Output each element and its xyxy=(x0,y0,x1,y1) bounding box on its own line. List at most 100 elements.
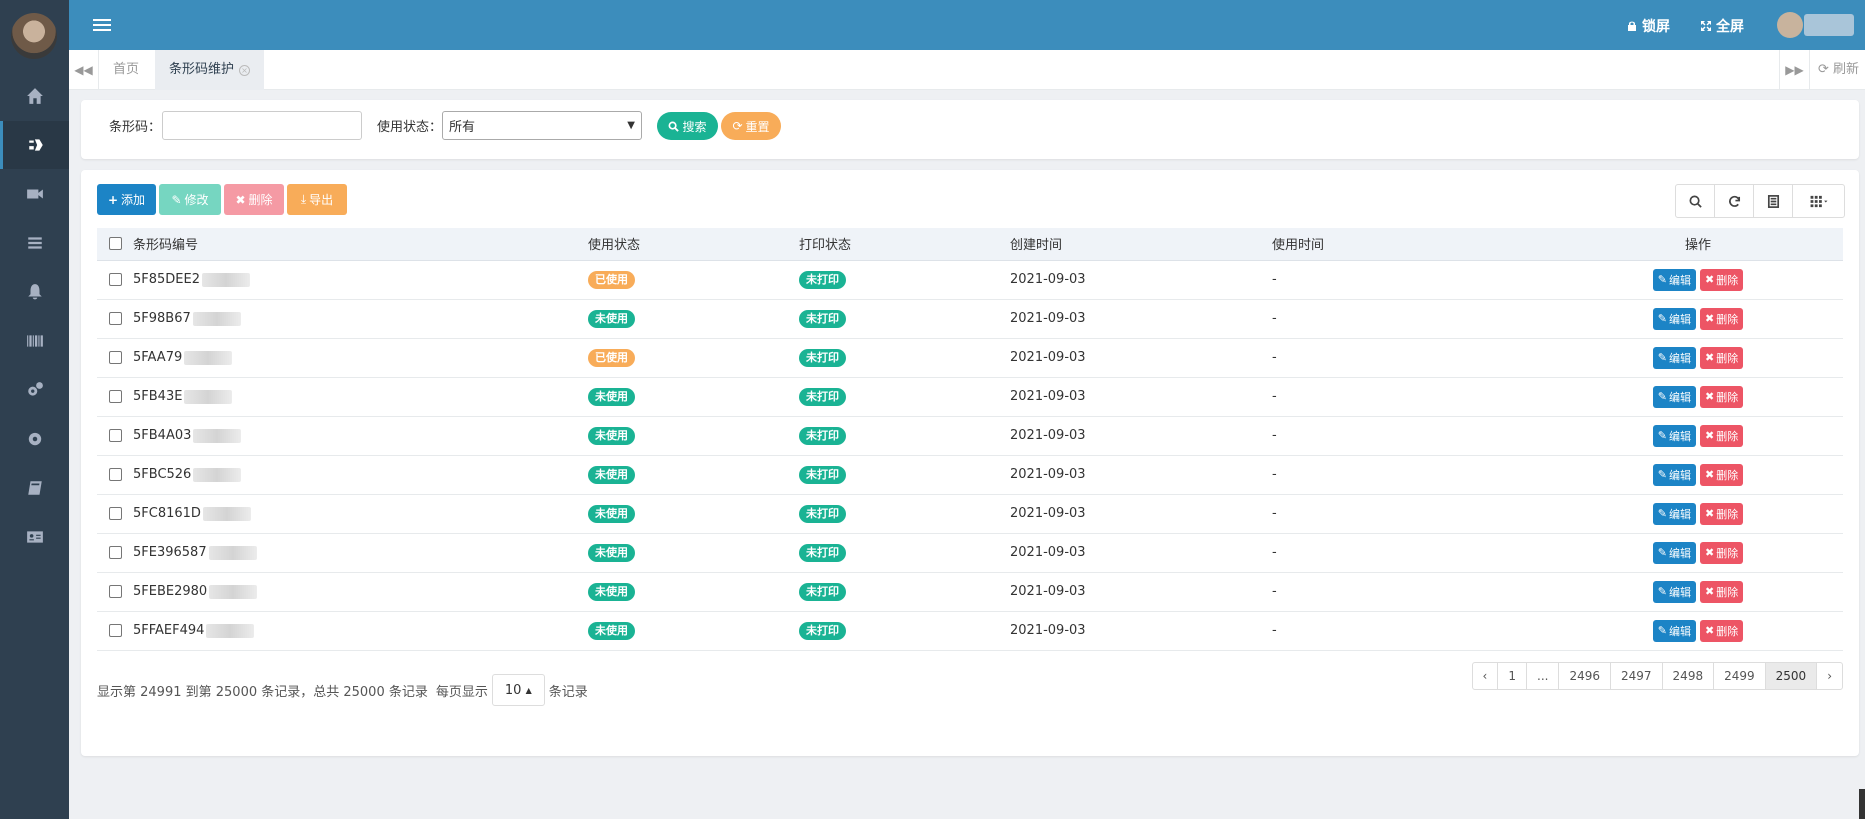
lock-screen-button[interactable]: 锁屏 xyxy=(1626,16,1670,36)
row-select-cell xyxy=(97,533,133,573)
row-edit-button[interactable]: ✎ 编辑 xyxy=(1652,502,1696,525)
table-row[interactable]: 5FC8161D 未使用 未打印 2021-09-03- ✎ 编辑 ✖ 删除 xyxy=(97,494,1843,534)
header-user-avatar[interactable] xyxy=(1777,12,1803,38)
row-checkbox[interactable] xyxy=(108,468,122,481)
usage-status-select[interactable]: 所有 ▼ xyxy=(442,111,642,140)
row-edit-button[interactable]: ✎ 编辑 xyxy=(1652,463,1696,486)
export-button[interactable]: ⤓ 导出 xyxy=(287,184,347,215)
row-delete-button[interactable]: ✖ 删除 xyxy=(1700,385,1744,408)
row-edit-button[interactable]: ✎ 编辑 xyxy=(1652,619,1696,642)
page-link[interactable]: 2496 xyxy=(1558,662,1611,690)
table-row[interactable]: 5FB43E 未使用 未打印 2021-09-03- ✎ 编辑 ✖ 删除 xyxy=(97,377,1843,417)
lock-icon xyxy=(1628,21,1636,31)
cogs-icon[interactable] xyxy=(0,366,69,414)
row-delete-button[interactable]: ✖ 删除 xyxy=(1700,502,1744,525)
row-delete-button[interactable]: ✖ 删除 xyxy=(1700,541,1744,564)
search-button[interactable]: 搜索 xyxy=(657,112,718,140)
fullscreen-button[interactable]: 全屏 xyxy=(1700,16,1744,36)
menu-toggle-icon[interactable] xyxy=(93,16,111,34)
table-columns-icon[interactable] xyxy=(1793,185,1844,217)
tab-home[interactable]: 首页 xyxy=(99,50,153,90)
barcode-manage-icon[interactable] xyxy=(0,121,69,169)
row-checkbox[interactable] xyxy=(108,507,122,520)
table-row[interactable]: 5FBC526 未使用 未打印 2021-09-03- ✎ 编辑 ✖ 删除 xyxy=(97,455,1843,495)
row-checkbox[interactable] xyxy=(108,585,122,598)
page-link[interactable]: 1 xyxy=(1497,662,1527,690)
row-checkbox[interactable] xyxy=(108,390,122,403)
table-row[interactable]: 5F85DEE2 已使用 未打印 2021-09-03- ✎ 编辑 ✖ 删除 xyxy=(97,260,1843,300)
refresh-tab-button[interactable]: ⟳ 刷新 xyxy=(1808,50,1865,90)
tab-scroll-left-icon[interactable]: ◀◀ xyxy=(69,50,99,90)
row-checkbox[interactable] xyxy=(108,351,122,364)
row-edit-button[interactable]: ✎ 编辑 xyxy=(1652,346,1696,369)
tab-scroll-right-icon[interactable]: ▶▶ xyxy=(1779,50,1809,90)
col-created-time[interactable]: 创建时间 xyxy=(1010,228,1272,261)
page-link[interactable]: 2499 xyxy=(1713,662,1766,690)
row-edit-button[interactable]: ✎ 编辑 xyxy=(1652,307,1696,330)
row-delete-button[interactable]: ✖ 删除 xyxy=(1700,619,1744,642)
page-link-active[interactable]: 2500 xyxy=(1764,662,1818,690)
page-next[interactable]: › xyxy=(1816,662,1843,690)
row-edit-button[interactable]: ✎ 编辑 xyxy=(1652,268,1696,291)
row-delete-button[interactable]: ✖ 删除 xyxy=(1700,463,1744,486)
table-search-icon[interactable] xyxy=(1676,185,1715,217)
barcode-label: 条形码： xyxy=(109,120,162,135)
row-edit-button[interactable]: ✎ 编辑 xyxy=(1652,424,1696,447)
barcode-input[interactable] xyxy=(162,111,362,140)
page-link[interactable]: 2498 xyxy=(1661,662,1715,690)
barcode-cell: 5F98B67 xyxy=(133,299,588,339)
page-prev[interactable]: ‹ xyxy=(1471,662,1499,690)
row-delete-button[interactable]: ✖ 删除 xyxy=(1700,268,1744,291)
row-checkbox[interactable] xyxy=(108,273,122,286)
table-refresh-icon[interactable] xyxy=(1715,185,1754,217)
page-size-dropdown[interactable]: 10 ▲ xyxy=(491,674,545,706)
barcode-icon[interactable] xyxy=(0,317,69,365)
tab-close-icon[interactable]: × xyxy=(239,65,251,76)
table-row[interactable]: 5FAA79 已使用 未打印 2021-09-03- ✎ 编辑 ✖ 删除 xyxy=(97,338,1843,378)
table-row[interactable]: 5FB4A03 未使用 未打印 2021-09-03- ✎ 编辑 ✖ 删除 xyxy=(97,416,1843,456)
used-time-cell: - xyxy=(1272,494,1553,534)
print-status-cell: 未打印 xyxy=(799,416,1010,456)
table-toggle-view-icon[interactable] xyxy=(1754,185,1793,217)
bell-icon[interactable] xyxy=(0,268,69,316)
book-icon[interactable] xyxy=(0,464,69,512)
select-all-checkbox[interactable] xyxy=(108,237,122,251)
row-delete-label: 删除 xyxy=(1716,546,1739,560)
tab-barcode-maintenance[interactable]: 条形码维护 × xyxy=(155,50,265,90)
usage-status-cell: 已使用 xyxy=(588,260,799,300)
header-user-name-redacted[interactable] xyxy=(1804,14,1854,36)
col-barcode[interactable]: 条形码编号 xyxy=(133,228,588,261)
row-delete-button[interactable]: ✖ 删除 xyxy=(1700,307,1744,330)
col-usage-status[interactable]: 使用状态 xyxy=(588,228,799,261)
row-select-cell xyxy=(97,260,133,300)
table-row[interactable]: 5FEBE2980 未使用 未打印 2021-09-03- ✎ 编辑 ✖ 删除 xyxy=(97,572,1843,612)
user-avatar[interactable] xyxy=(11,13,57,59)
row-checkbox[interactable] xyxy=(108,312,122,325)
gear-icon[interactable] xyxy=(0,415,69,463)
id-card-icon[interactable] xyxy=(0,513,69,561)
row-delete-button[interactable]: ✖ 删除 xyxy=(1700,346,1744,369)
table-row[interactable]: 5FE396587 未使用 未打印 2021-09-03- ✎ 编辑 ✖ 删除 xyxy=(97,533,1843,573)
col-print-status[interactable]: 打印状态 xyxy=(799,228,1010,261)
row-edit-button[interactable]: ✎ 编辑 xyxy=(1652,541,1696,564)
delete-button[interactable]: ✖ 删除 xyxy=(224,184,284,215)
table-row[interactable]: 5FFAEF494 未使用 未打印 2021-09-03- ✎ 编辑 ✖ 删除 xyxy=(97,611,1843,651)
row-delete-button[interactable]: ✖ 删除 xyxy=(1700,424,1744,447)
print-status-cell: 未打印 xyxy=(799,299,1010,339)
row-edit-button[interactable]: ✎ 编辑 xyxy=(1652,580,1696,603)
add-button[interactable]: + 添加 xyxy=(97,184,156,215)
reset-button[interactable]: ⟳ 重置 xyxy=(721,112,781,140)
download-icon: ⤓ xyxy=(300,192,307,206)
row-checkbox[interactable] xyxy=(108,624,122,637)
row-delete-button[interactable]: ✖ 删除 xyxy=(1700,580,1744,603)
col-used-time[interactable]: 使用时间 xyxy=(1272,228,1553,261)
home-icon[interactable] xyxy=(0,72,69,120)
list-menu-icon[interactable] xyxy=(0,219,69,267)
row-checkbox[interactable] xyxy=(108,546,122,559)
table-row[interactable]: 5F98B67 未使用 未打印 2021-09-03- ✎ 编辑 ✖ 删除 xyxy=(97,299,1843,339)
video-camera-icon[interactable] xyxy=(0,170,69,218)
row-checkbox[interactable] xyxy=(108,429,122,442)
edit-button[interactable]: ✎ 修改 xyxy=(159,184,221,215)
page-link[interactable]: 2497 xyxy=(1610,662,1663,690)
row-edit-button[interactable]: ✎ 编辑 xyxy=(1652,385,1696,408)
